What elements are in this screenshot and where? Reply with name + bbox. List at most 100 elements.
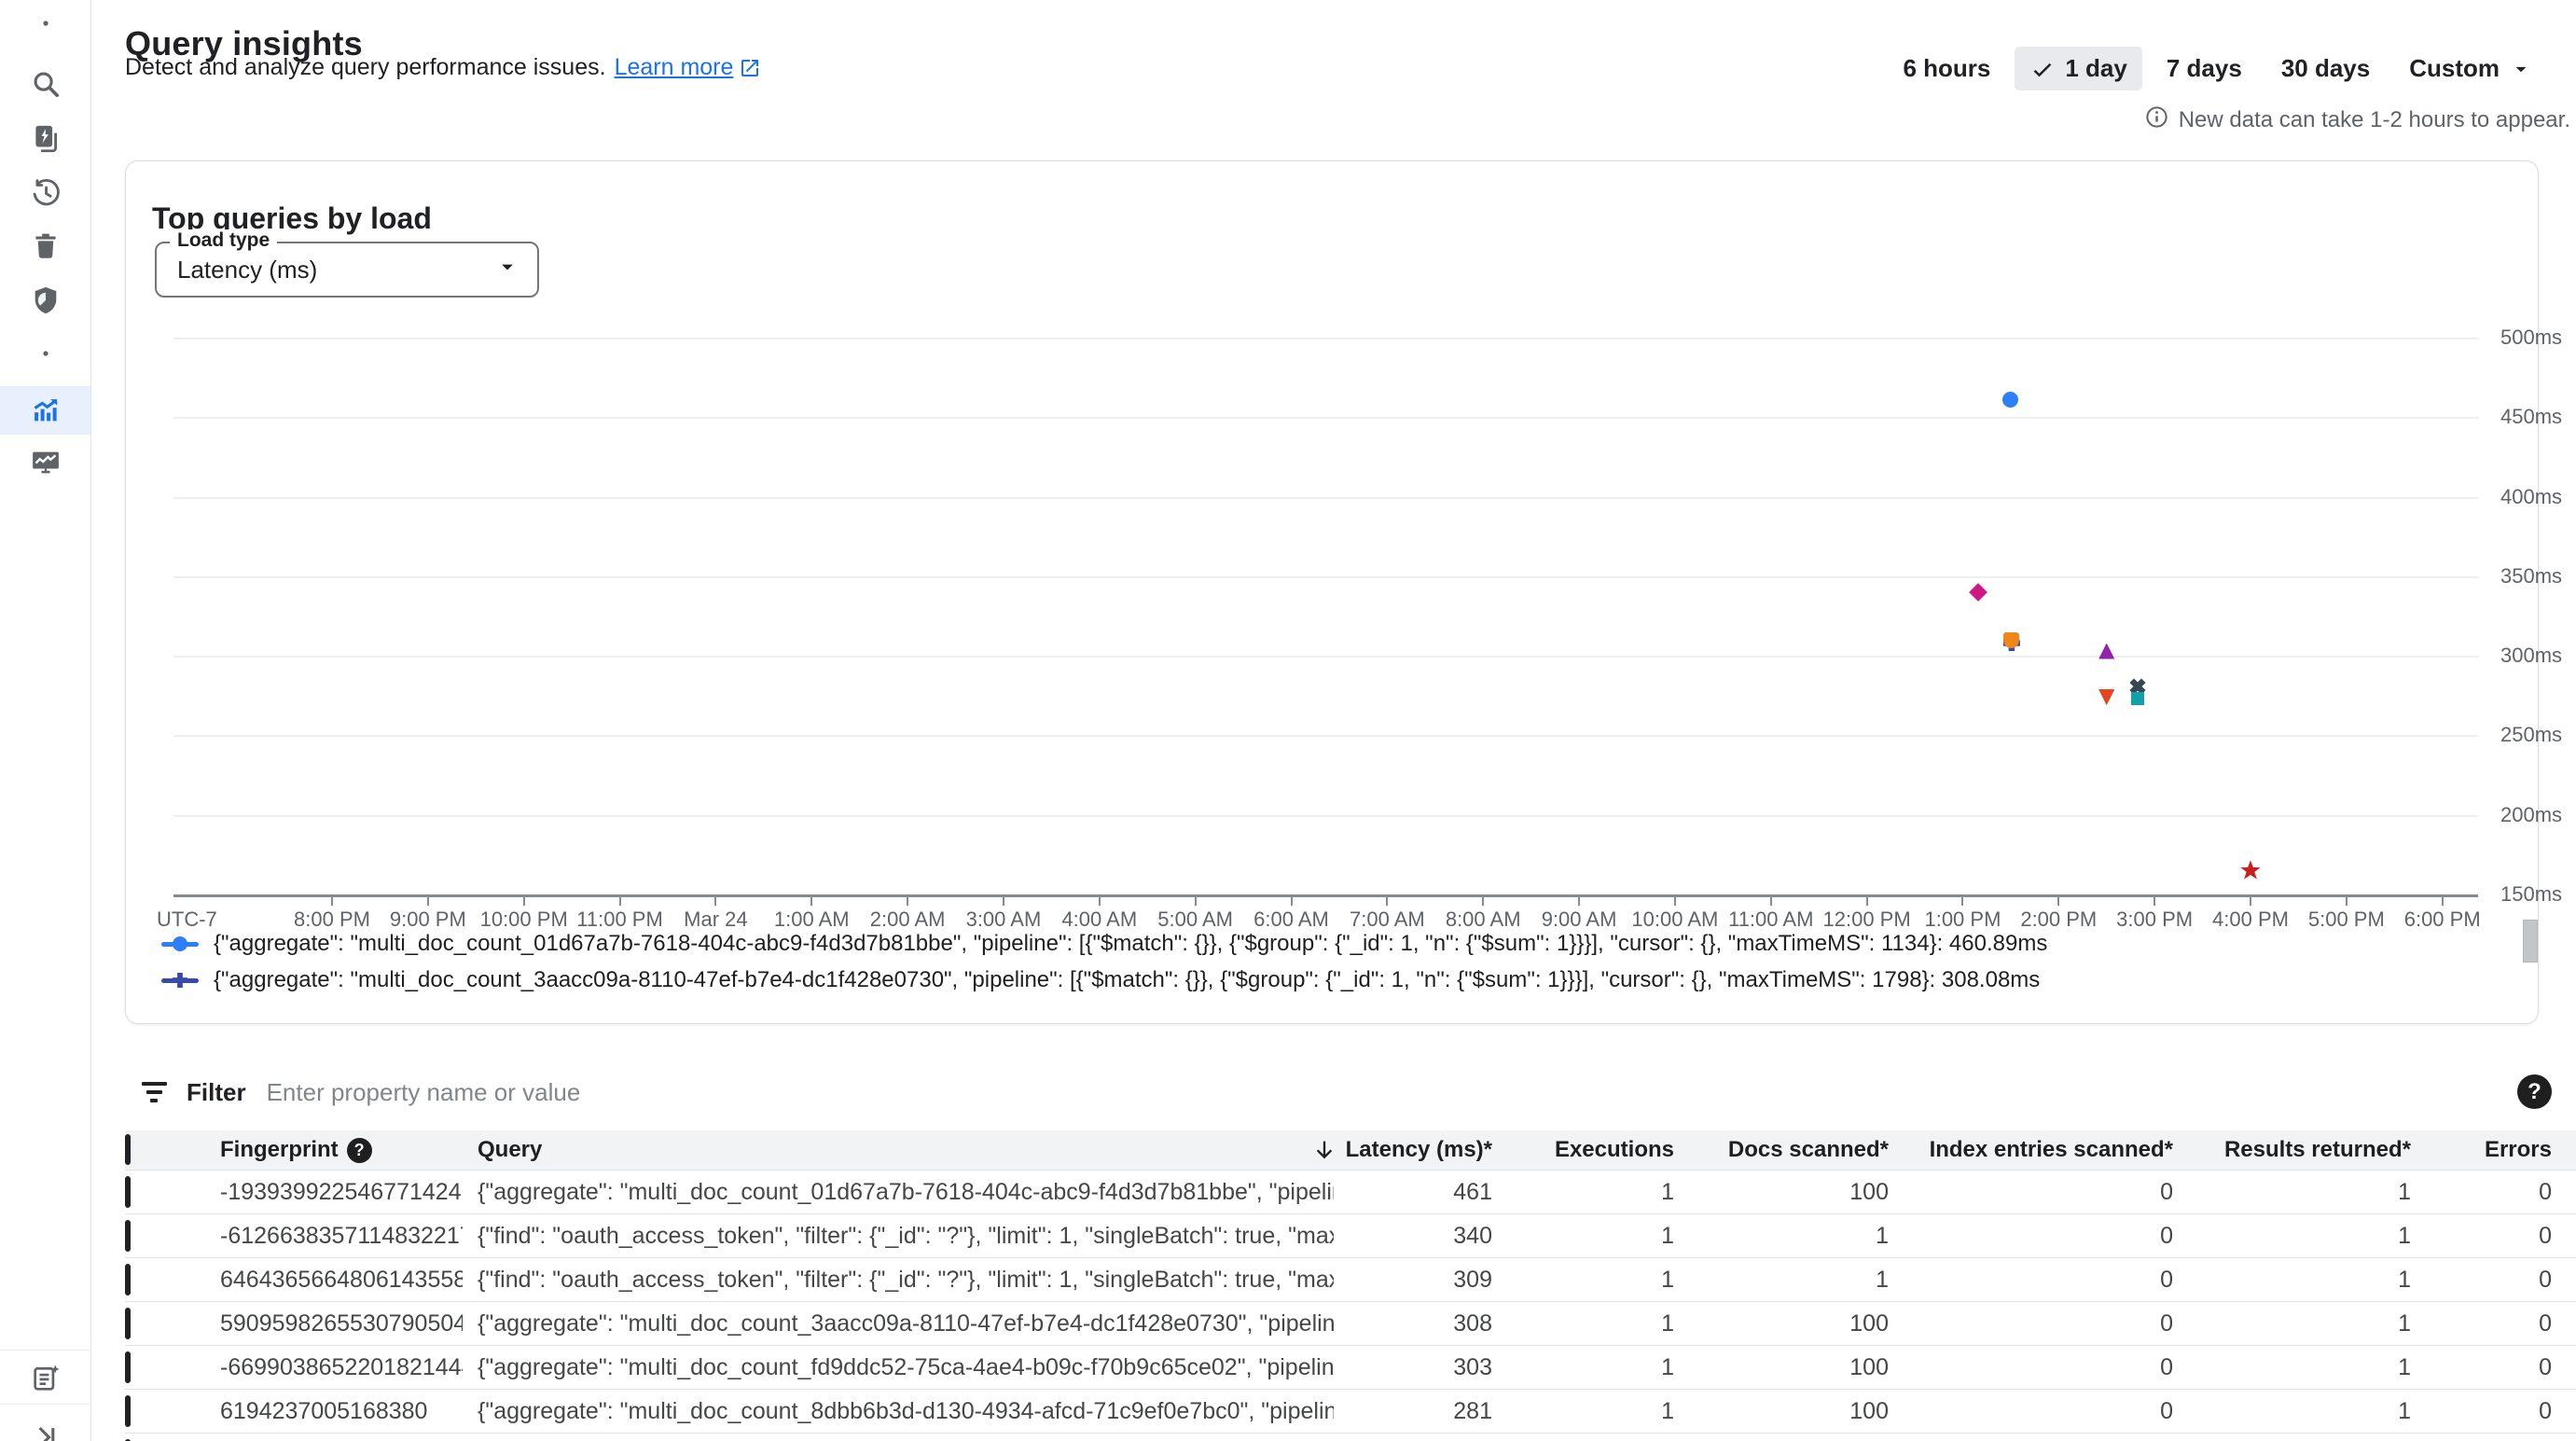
column-header-executions[interactable]: Executions	[1492, 1137, 1674, 1163]
query-insights-page: Query insights Detect and analyze query …	[0, 0, 2576, 1441]
data-point-star[interactable]	[2240, 860, 2261, 880]
row-checkbox[interactable]	[125, 1220, 131, 1252]
cell-fingerprint: 6194237005168380	[205, 1398, 463, 1425]
cell-results_returned: 1	[2173, 1310, 2411, 1337]
cell-query: {"find": "oauth_access_token", "filter":…	[463, 1267, 1334, 1294]
cell-query: {"aggregate": "multi_doc_count_8dbb6b3d-…	[463, 1398, 1334, 1425]
x-axis-tick	[1482, 897, 1484, 906]
table-row[interactable]: -1939399225467714246{"aggregate": "multi…	[125, 1171, 2576, 1214]
latency-scatter-chart: 500ms450ms400ms350ms300ms250ms200ms150ms…	[126, 161, 2538, 1023]
query-editor-icon	[30, 123, 62, 155]
row-checkbox[interactable]	[125, 1395, 131, 1427]
cell-fingerprint: 6464365664806143558	[205, 1267, 463, 1294]
cell-docs_scanned: 1	[1674, 1267, 1889, 1294]
check-icon	[2029, 56, 2056, 82]
cell-index_entries_scanned: 0	[1889, 1310, 2173, 1337]
x-axis-tick	[2154, 897, 2155, 906]
data-point-pentagon[interactable]	[2003, 632, 2019, 648]
data-point-triangle-up[interactable]	[2098, 644, 2114, 659]
y-axis-label: 500ms	[2500, 326, 2562, 350]
time-range-30-days[interactable]: 30 days	[2266, 47, 2385, 90]
legend-row: {"aggregate": "multi_doc_count_3aacc09a-…	[161, 964, 2040, 996]
sidebar-item-trash[interactable]	[0, 222, 90, 270]
cell-errors: 0	[2411, 1267, 2576, 1294]
table-row[interactable]: -6126638357114832217{"find": "oauth_acce…	[125, 1214, 2576, 1258]
table-row[interactable]: 5909598265530790504{"aggregate": "multi_…	[125, 1302, 2576, 1346]
gridline	[173, 338, 2478, 339]
row-checkbox[interactable]	[125, 1351, 131, 1383]
table-header-row: Fingerprint?QueryLatency (ms)*Executions…	[125, 1130, 2576, 1171]
sidebar-item-collapse-sidebar[interactable]	[0, 1413, 90, 1441]
x-axis-tick	[1578, 897, 1580, 906]
sidebar-item-system-insights[interactable]	[0, 438, 90, 487]
sidebar-item-search[interactable]	[0, 60, 90, 108]
time-range-selector: 6 hours1 day7 days30 daysCustom	[1888, 47, 2548, 90]
cell-errors: 0	[2411, 1310, 2576, 1337]
cell-fingerprint: 5909598265530790504	[205, 1310, 463, 1337]
cell-docs_scanned: 1	[1674, 1223, 1889, 1250]
time-range-6-hours[interactable]: 6 hours	[1888, 47, 2005, 90]
data-point-circle[interactable]	[2002, 392, 2018, 408]
filter-input[interactable]	[265, 1077, 2492, 1108]
column-header-fingerprint[interactable]: Fingerprint?	[205, 1137, 463, 1163]
x-axis-tick	[523, 897, 525, 906]
x-axis-tick	[714, 897, 716, 906]
sort-descending-icon	[1311, 1137, 1337, 1163]
menu-dot-middle-icon	[39, 347, 52, 360]
data-point-square[interactable]	[2131, 692, 2144, 705]
y-axis-label: 150ms	[2500, 882, 2562, 907]
sidebar-item-query-editor[interactable]	[0, 115, 90, 163]
top-queries-card: Top queries by load Load type Latency (m…	[125, 160, 2539, 1024]
cell-latency_ms: 461	[1334, 1179, 1492, 1206]
column-header-docs_scanned[interactable]: Docs scanned*	[1674, 1137, 1889, 1163]
cell-docs_scanned: 100	[1674, 1179, 1889, 1206]
table-row[interactable]: -6699038652201821444{"aggregate": "multi…	[125, 1346, 2576, 1390]
gridline	[173, 815, 2478, 817]
sidebar-item-menu-dot-top	[0, 0, 90, 48]
x-axis-label: 4:00 PM	[2212, 908, 2289, 932]
table-row[interactable]: 6194237005168380{"aggregate": "multi_doc…	[125, 1390, 2576, 1434]
x-axis-line	[173, 894, 2478, 897]
legend-scrollbar[interactable]	[2523, 920, 2538, 963]
filter-label: Filter	[187, 1078, 246, 1107]
select-all-checkbox[interactable]	[125, 1134, 131, 1165]
sidebar-item-release-notes[interactable]	[0, 1354, 90, 1403]
cell-fingerprint: -6126638357114832217	[205, 1223, 463, 1250]
y-axis-label: 450ms	[2500, 405, 2562, 429]
info-icon	[2144, 104, 2169, 136]
sidebar-divider	[0, 1404, 90, 1405]
x-axis-tick	[331, 897, 333, 906]
column-header-index_entries_scanned[interactable]: Index entries scanned*	[1889, 1137, 2173, 1163]
time-range-1-day[interactable]: 1 day	[2015, 47, 2142, 90]
sidebar-item-history[interactable]	[0, 169, 90, 217]
x-axis-tick	[1099, 897, 1101, 906]
sidebar-item-query-insights[interactable]	[0, 386, 90, 435]
table-help-icon[interactable]: ?	[2517, 1074, 2552, 1109]
column-header-results_returned[interactable]: Results returned*	[2173, 1137, 2411, 1163]
column-header-latency_ms[interactable]: Latency (ms)*	[1334, 1137, 1492, 1163]
table-row[interactable]: 6464365664806143558{"find": "oauth_acces…	[125, 1258, 2576, 1302]
time-range-custom[interactable]: Custom	[2394, 47, 2548, 90]
sidebar-item-security[interactable]	[0, 276, 90, 325]
column-header-errors[interactable]: Errors	[2411, 1137, 2576, 1163]
cell-executions: 1	[1492, 1179, 1674, 1206]
cell-errors: 0	[2411, 1354, 2576, 1381]
data-point-diamond[interactable]	[1969, 583, 1987, 602]
column-header-query[interactable]: Query	[463, 1137, 1334, 1163]
x-axis-tick	[1674, 897, 1676, 906]
gridline	[173, 417, 2478, 419]
row-checkbox[interactable]	[125, 1264, 131, 1296]
learn-more-link[interactable]: Learn more	[615, 54, 762, 81]
x-axis-tick	[2346, 897, 2347, 906]
table-row[interactable]: -8295002236194316765{"aggregate": "multi…	[125, 1434, 2576, 1441]
data-point-triangle-down[interactable]	[2098, 689, 2114, 705]
cell-latency_ms: 308	[1334, 1310, 1492, 1337]
x-axis-tick	[2250, 897, 2251, 906]
row-checkbox[interactable]	[125, 1308, 131, 1339]
fingerprint-help-icon[interactable]: ?	[347, 1138, 372, 1163]
row-checkbox[interactable]	[125, 1176, 131, 1208]
subtitle-text: Detect and analyze query performance iss…	[125, 54, 606, 81]
history-icon	[30, 177, 62, 209]
cell-results_returned: 1	[2173, 1179, 2411, 1206]
time-range-7-days[interactable]: 7 days	[2152, 47, 2257, 90]
